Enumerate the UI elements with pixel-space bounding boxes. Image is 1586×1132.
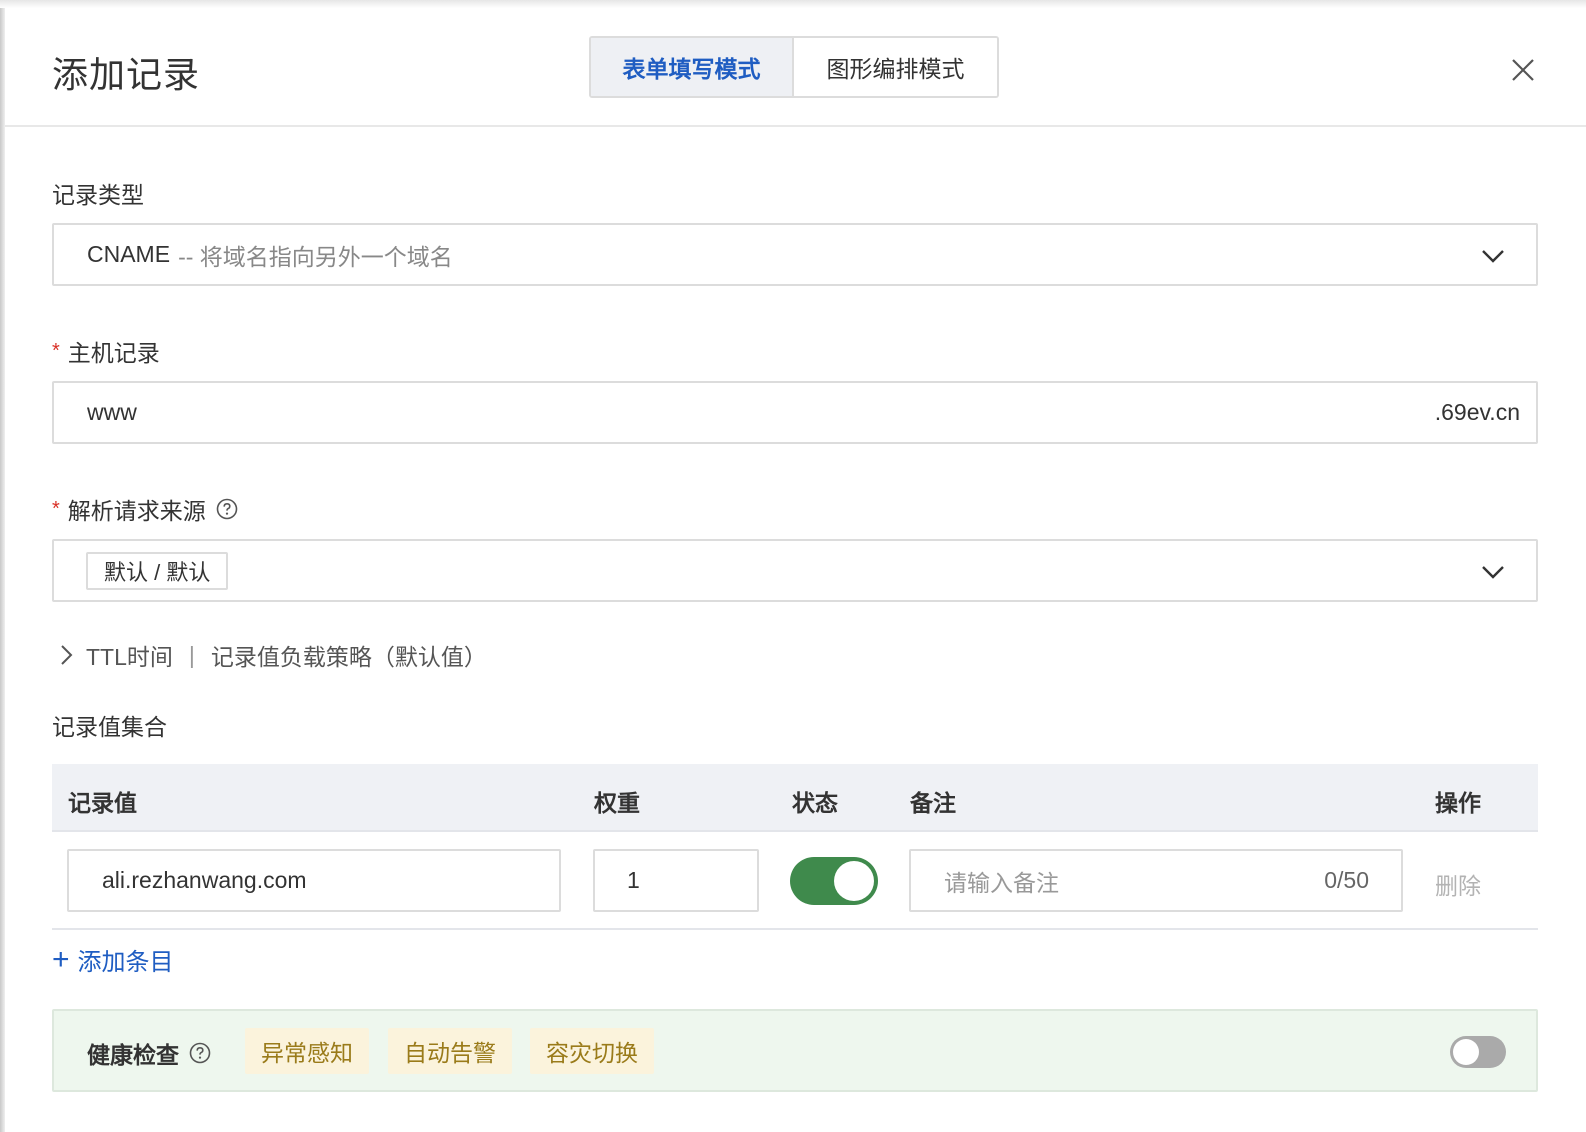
strategy-label: 记录值负载策略（默认值）	[210, 644, 487, 670]
health-check-label-text: 健康检查	[87, 1042, 179, 1068]
dialog-title: 添加记录	[52, 54, 201, 95]
host-record-input[interactable]: www .69ev.cn	[52, 381, 1538, 444]
help-icon[interactable]	[189, 1042, 211, 1064]
add-item-button[interactable]: + 添加条目	[52, 942, 174, 977]
domain-suffix: .69ev.cn	[1434, 399, 1520, 425]
toggle-knob	[834, 861, 874, 901]
record-type-value: CNAME	[87, 241, 171, 267]
health-check-label: 健康检查	[87, 1036, 211, 1070]
ttl-label: TTL时间	[86, 644, 173, 670]
chevron-right-icon	[61, 645, 73, 665]
add-item-label: 添加条目	[77, 949, 174, 976]
chevron-down-icon	[1482, 566, 1504, 579]
backdrop-top	[0, 0, 1586, 8]
resolve-source-label: * 解析请求来源	[52, 492, 238, 526]
backdrop-edge	[0, 0, 5, 1132]
health-check-panel: 健康检查 异常感知 自动告警 容灾切换	[52, 1009, 1538, 1092]
record-type-label: 记录类型	[52, 176, 144, 210]
host-record-label-text: 主机记录	[67, 340, 160, 366]
close-button[interactable]	[1505, 52, 1541, 88]
chevron-down-icon	[1482, 250, 1504, 263]
separator: |	[188, 641, 195, 668]
remark-input[interactable]: 请输入备注 0/50	[909, 849, 1403, 912]
close-icon	[1512, 59, 1534, 81]
weight-input[interactable]: 1	[593, 849, 759, 912]
status-toggle[interactable]	[790, 857, 878, 905]
dialog-header: 添加记录 表单填写模式 图形编排模式	[5, 8, 1586, 127]
host-record-label: * 主机记录	[52, 334, 160, 368]
records-label: 记录值集合	[52, 708, 167, 742]
tab-graphic-mode[interactable]: 图形编排模式	[794, 38, 997, 96]
column-header-value: 记录值	[68, 790, 137, 816]
health-tag-alert: 自动告警	[388, 1028, 512, 1074]
record-type-hint: -- 将域名指向另外一个域名	[178, 243, 453, 270]
tab-form-mode[interactable]: 表单填写模式	[591, 38, 794, 96]
health-tag-anomaly: 异常感知	[245, 1028, 369, 1074]
resolve-source-label-text: 解析请求来源	[67, 498, 206, 524]
plus-icon: +	[52, 942, 70, 976]
required-mark: *	[52, 497, 60, 520]
toggle-knob	[1453, 1039, 1479, 1065]
resolve-source-select[interactable]: 默认 / 默认	[52, 539, 1538, 602]
record-type-select[interactable]: CNAME -- 将域名指向另外一个域名	[52, 223, 1538, 286]
mode-tabs: 表单填写模式 图形编排模式	[589, 36, 999, 98]
record-value-input[interactable]: ali.rezhanwang.com	[67, 849, 561, 912]
remark-placeholder: 请输入备注	[944, 869, 1059, 896]
delete-button[interactable]: 删除	[1435, 867, 1481, 901]
column-header-weight: 权重	[594, 790, 640, 816]
column-header-status: 状态	[792, 790, 838, 816]
records-table-header: 记录值 权重 状态 备注 操作	[52, 764, 1538, 832]
table-row: ali.rezhanwang.com 1 请输入备注 0/50 删除	[52, 832, 1538, 930]
column-header-action: 操作	[1435, 790, 1481, 816]
host-record-value: www	[87, 399, 137, 425]
advanced-settings-toggle[interactable]: TTL时间 | 记录值负载策略（默认值）	[56, 638, 487, 672]
help-icon[interactable]	[216, 498, 238, 520]
column-header-remark: 备注	[910, 790, 956, 816]
records-label-text: 记录值集合	[52, 714, 167, 740]
required-mark: *	[52, 339, 60, 362]
health-tag-failover: 容灾切换	[530, 1028, 654, 1074]
resolve-source-tag: 默认 / 默认	[86, 551, 229, 590]
record-type-label-text: 记录类型	[52, 182, 144, 208]
health-check-toggle[interactable]	[1450, 1036, 1506, 1068]
weight-text: 1	[627, 867, 640, 893]
remark-char-count: 0/50	[1324, 867, 1369, 893]
record-value-text: ali.rezhanwang.com	[102, 867, 307, 893]
